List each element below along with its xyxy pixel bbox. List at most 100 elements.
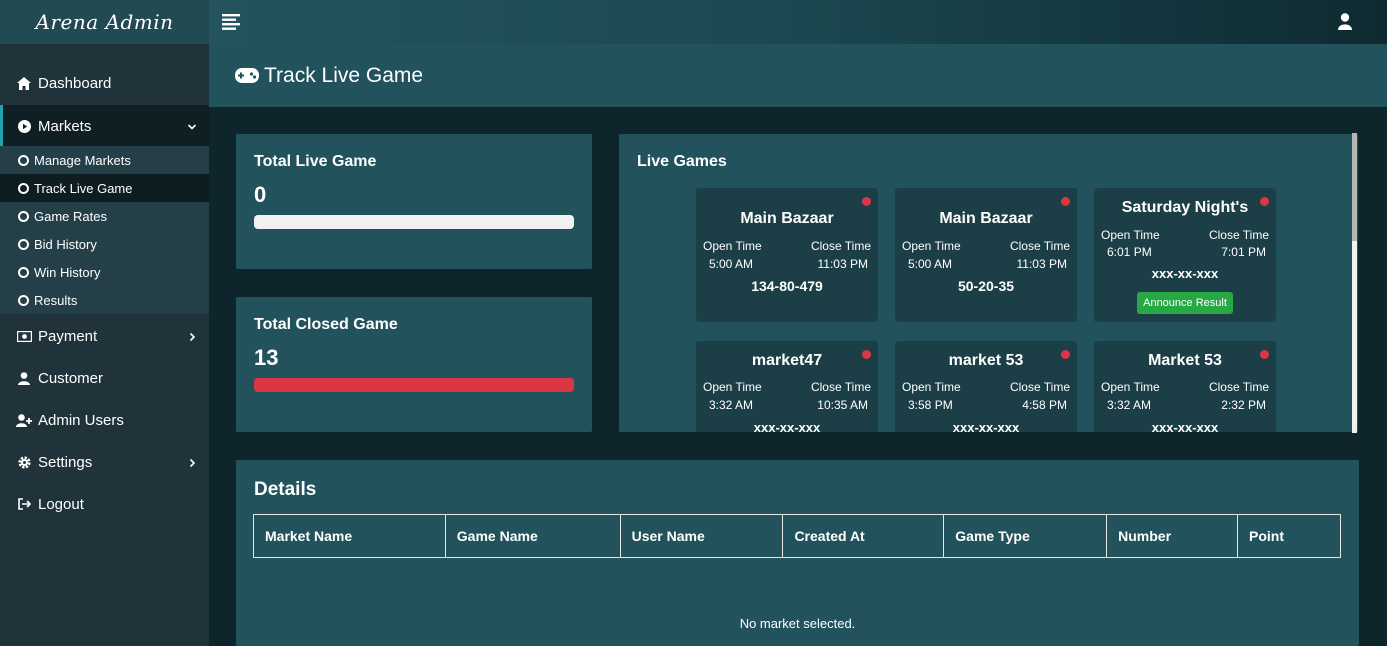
chevron-right-icon [187,329,197,346]
sidebar-item-label: Markets [38,117,92,135]
top-navbar [209,0,1390,44]
details-table: Market Name Game Name User Name Created … [253,514,1341,558]
sidebar-item-logout[interactable]: Logout [0,483,209,525]
open-time-value: 3:32 AM [709,398,754,412]
live-game-card[interactable]: market 53 Open Time Close Time 3:58 PM 4… [895,341,1077,432]
sidebar-subitem-manage-markets[interactable]: Manage Markets [0,146,209,174]
live-game-card[interactable]: market47 Open Time Close Time 3:32 AM 10… [696,341,878,432]
subitem-label: Bid History [34,236,97,252]
sidebar-subitem-win-history[interactable]: Win History [0,258,209,286]
circle-icon [18,182,29,194]
sidebar-subitem-track-live-game[interactable]: Track Live Game [0,174,209,202]
close-time-value: 2:32 PM [1221,398,1266,412]
sidebar-subitem-results[interactable]: Results [0,286,209,314]
subitem-label: Track Live Game [34,180,133,196]
close-time-label: Close Time [810,380,871,394]
circle-icon [18,238,29,250]
game-name: Main Bazaar [939,210,1033,227]
menu-toggle-icon[interactable] [222,13,242,31]
play-circle-icon [16,118,32,134]
subitem-label: Win History [34,264,101,280]
open-time-label: Open Time [1101,228,1160,242]
live-game-card[interactable]: Saturday Night's Open Time Close Time 6:… [1094,188,1276,322]
column-header[interactable]: Point [1237,514,1341,558]
details-title: Details [254,479,317,500]
live-game-card[interactable]: Main Bazaar Open Time Close Time 5:00 AM… [696,188,878,322]
sidebar-subitem-bid-history[interactable]: Bid History [0,230,209,258]
sidebar-item-dashboard[interactable]: Dashboard [0,62,209,104]
sidebar-item-markets[interactable]: Markets [0,105,209,147]
sidebar-item-label: Customer [38,369,104,387]
subitem-label: Results [34,292,78,308]
game-number: xxx-xx-xxx [1151,420,1219,432]
circle-icon [18,294,29,306]
live-games-scroll-thumb[interactable] [1352,133,1357,241]
close-time-value: 10:35 AM [817,398,868,412]
table-header-row: Market Name Game Name User Name Created … [253,514,1341,558]
close-time-value: 4:58 PM [1022,398,1067,412]
gear-icon [16,454,32,470]
game-name: Saturday Night's [1121,199,1249,216]
brand-logo[interactable]: Arena Admin [0,0,209,44]
home-icon [16,75,32,91]
game-number: 134-80-479 [751,278,823,294]
total-live-game-card: Total Live Game 0 [236,134,592,269]
sign-out-icon [16,496,32,512]
circle-icon [18,154,29,166]
open-time-value: 3:58 PM [908,398,953,412]
user-icon [16,370,32,386]
open-time-value: 5:00 AM [908,257,953,271]
user-plus-icon [16,412,32,428]
user-profile-icon[interactable] [1338,13,1352,30]
circle-icon [18,266,29,278]
subitem-label: Manage Markets [34,152,131,168]
game-name: Market 53 [1148,352,1222,369]
close-time-label: Close Time [1208,228,1269,242]
open-time-label: Open Time [1101,380,1160,394]
chevron-down-icon [187,119,197,136]
sidebar-item-admin-users[interactable]: Admin Users [0,399,209,441]
empty-state-message: No market selected. [739,616,856,631]
game-number: xxx-xx-xxx [1151,266,1219,281]
close-time-value: 11:03 PM [817,257,868,271]
close-time-label: Close Time [1208,380,1269,394]
column-header[interactable]: Game Name [444,514,621,558]
live-game-progress [254,215,574,229]
chevron-right-icon [187,455,197,472]
column-header[interactable]: Game Type [943,514,1108,558]
close-time-value: 11:03 PM [1016,257,1067,271]
live-game-card[interactable]: Market 53 Open Time Close Time 3:32 AM 2… [1094,341,1276,432]
game-name: market 53 [948,352,1024,369]
sidebar-item-label: Settings [38,453,93,471]
column-header[interactable]: Created At [782,514,945,558]
live-game-card[interactable]: Main Bazaar Open Time Close Time 5:00 AM… [895,188,1077,322]
game-number: xxx-xx-xxx [753,420,821,432]
announce-result-button[interactable]: Announce Result [1137,292,1233,314]
open-time-label: Open Time [703,239,762,253]
open-time-label: Open Time [703,380,762,394]
card-title: Total Closed Game [254,316,398,333]
page-header: Track Live Game [209,44,1387,107]
live-status-dot [1061,197,1070,206]
subitem-label: Game Rates [34,208,107,224]
open-time-label: Open Time [902,239,961,253]
sidebar-subitem-game-rates[interactable]: Game Rates [0,202,209,230]
column-header[interactable]: Market Name [253,514,446,558]
sidebar: Arena Admin Dashboard Markets Manage Mar… [0,0,209,646]
sidebar-item-customer[interactable]: Customer [0,357,209,399]
sidebar-item-payment[interactable]: Payment [0,315,209,357]
sidebar-item-label: Admin Users [38,411,124,429]
open-time-label: Open Time [902,380,961,394]
sidebar-item-settings[interactable]: Settings [0,441,209,483]
close-time-value: 7:01 PM [1221,245,1266,259]
column-header[interactable]: User Name [619,514,784,558]
closed-game-progress [254,378,574,392]
open-time-value: 3:32 AM [1107,398,1152,412]
live-games-panel: Live Games Main Bazaar Open Time Close T… [619,134,1358,432]
live-game-count: 0 [254,182,267,207]
game-number: 50-20-35 [957,278,1015,294]
column-header[interactable]: Number [1106,514,1239,558]
page-title: Track Live Game [264,63,424,87]
close-time-label: Close Time [810,239,871,253]
sidebar-item-label: Dashboard [38,74,112,92]
